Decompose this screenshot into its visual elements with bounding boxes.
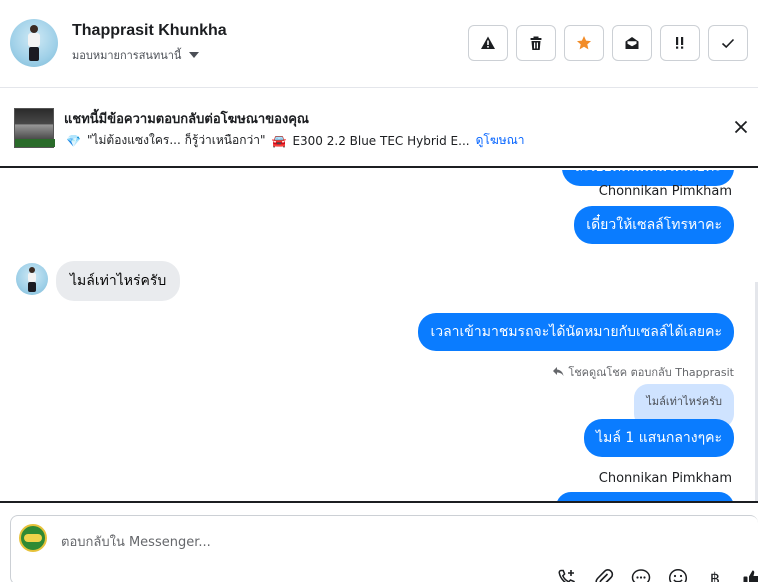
ad-snippet: 💎 "ไม่ต้องแซงใคร... ก็รู้ว่าเหนือกว่า" 🚘… [66, 131, 525, 150]
page-avatar [19, 524, 47, 552]
delete-button[interactable] [516, 25, 556, 61]
trash-icon [530, 36, 542, 50]
assign-conversation-dropdown[interactable]: มอบหมายการสนทนานี้ [72, 46, 200, 64]
close-icon[interactable] [734, 120, 748, 134]
thumbs-up-icon [743, 570, 758, 582]
contact-avatar-small[interactable] [16, 263, 48, 295]
call-button[interactable] [555, 566, 579, 582]
message-bubble-outgoing-partial[interactable] [556, 492, 734, 501]
mark-unread-button[interactable] [612, 25, 652, 61]
report-button[interactable] [468, 25, 508, 61]
composer-box: ตอบกลับใน Messenger... ฿ [10, 515, 758, 582]
ad-snippet-model: E300 2.2 Blue TEC Hybrid E... [292, 133, 470, 148]
message-bubble-incoming[interactable]: ไมล์เท่าไหร่ครับ [56, 261, 181, 301]
diamond-icon: 💎 [66, 133, 81, 148]
like-button[interactable] [740, 566, 758, 582]
phone-plus-icon [558, 569, 575, 582]
ad-snippet-text: "ไม่ต้องแซงใคร... ก็รู้ว่าเหนือกว่า" [86, 133, 266, 147]
saved-replies-button[interactable] [629, 566, 653, 582]
emoji-button[interactable] [666, 566, 690, 582]
conversation-header: Thapprasit Khunkha มอบหมายการสนทนานี้ [0, 0, 758, 88]
composer: ตอบกลับใน Messenger... ฿ [0, 501, 758, 582]
sender-name: Chonnikan Pimkham [598, 471, 732, 486]
mark-priority-button[interactable] [660, 25, 700, 61]
star-icon [577, 36, 591, 50]
emoji-icon [668, 568, 688, 582]
paperclip-icon [595, 569, 614, 582]
payment-button[interactable]: ฿ [703, 566, 727, 582]
reply-indicator-text: โชคดูณโชค ตอบกลับ Thapprasit [568, 366, 734, 379]
assign-label: มอบหมายการสนทนานี้ [72, 49, 182, 62]
priority-icon [676, 37, 684, 49]
ad-reply-banner: แชทนี้มีข้อความตอบกลับต่อโฆษณาของคุณ 💎 "… [0, 88, 758, 168]
header-toolbar [468, 25, 748, 61]
mail-open-icon [625, 37, 639, 49]
mark-done-button[interactable] [708, 25, 748, 61]
contact-avatar[interactable] [10, 19, 58, 67]
check-icon [721, 38, 735, 49]
star-button[interactable] [564, 25, 604, 61]
car-icon: 🚘 [271, 133, 287, 148]
message-thread[interactable]: ละเอียดเพิ่มเติมได้เลยค่ะ Chonnikan Pimk… [0, 170, 758, 501]
message-input[interactable]: ตอบกลับใน Messenger... [61, 531, 211, 552]
reply-arrow-icon [553, 367, 564, 376]
caret-down-icon [189, 52, 200, 58]
view-ad-link[interactable]: ดูโฆษณา [476, 131, 525, 150]
contact-name[interactable]: Thapprasit Khunkha [72, 22, 227, 40]
message-bubble-outgoing[interactable]: เดี๋ยวให้เซลล์โทรหาคะ [574, 206, 734, 244]
warning-icon [481, 36, 495, 49]
message-bubble-outgoing[interactable]: เวลาเข้ามาชมรถจะได้นัดหมายกับเซลล์ได้เลย… [418, 313, 734, 351]
message-bubble-outgoing[interactable]: ไมล์ 1 แสนกลางๆคะ [584, 419, 734, 457]
attach-button[interactable] [592, 566, 616, 582]
chat-bubble-icon [631, 569, 651, 582]
baht-icon: ฿ [709, 568, 721, 582]
ad-thumbnail[interactable] [14, 108, 55, 148]
sender-name: Chonnikan Pimkham [598, 184, 732, 199]
composer-actions: ฿ [555, 566, 758, 582]
reply-indicator: โชคดูณโชค ตอบกลับ Thapprasit [553, 363, 734, 381]
ad-banner-title: แชทนี้มีข้อความตอบกลับต่อโฆษณาของคุณ [64, 112, 309, 127]
